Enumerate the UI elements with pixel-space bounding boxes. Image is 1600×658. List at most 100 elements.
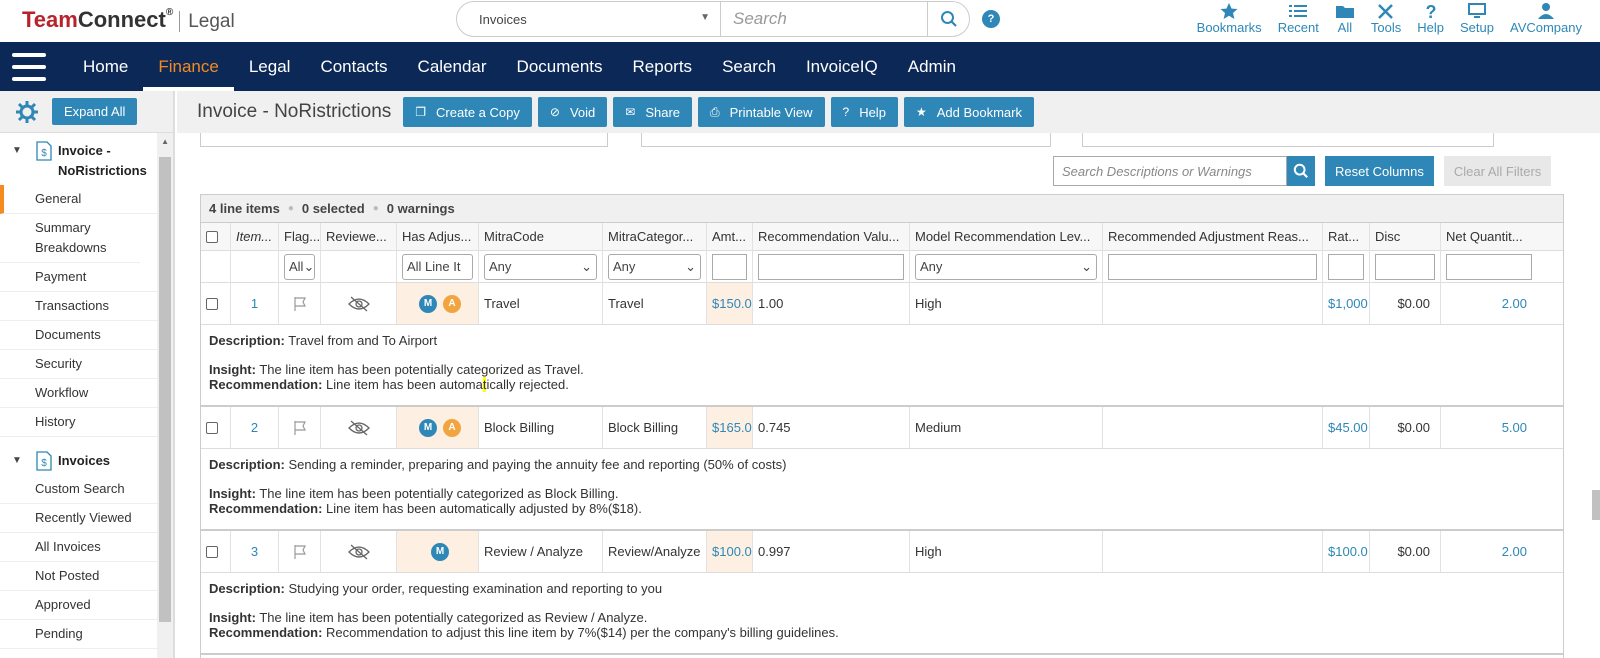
- disc-filter-input[interactable]: [1375, 253, 1435, 280]
- recommendation-value-filter-input[interactable]: [758, 253, 904, 280]
- void-button[interactable]: ⊘ Void: [537, 97, 608, 127]
- tree-group-invoice[interactable]: ▼ $ Invoice - NoRistrictions: [0, 141, 173, 181]
- reset-columns-button[interactable]: Reset Columns: [1325, 156, 1434, 186]
- nav-admin[interactable]: Admin: [893, 42, 971, 91]
- sidebar-item-workflow[interactable]: Workflow: [0, 379, 158, 408]
- flag-filter-select[interactable]: All ⌄: [284, 253, 315, 280]
- header-model-recommendation-level[interactable]: Model Recommendation Lev...: [910, 223, 1103, 250]
- eye-slash-icon[interactable]: [347, 544, 370, 560]
- nav-home[interactable]: Home: [68, 42, 143, 91]
- sidebar-item-payment[interactable]: Payment: [0, 263, 158, 292]
- item-number[interactable]: 2: [231, 407, 279, 448]
- rate-cell[interactable]: $1,000: [1323, 283, 1370, 324]
- header-recommended-adjustment-reason[interactable]: Recommended Adjustment Reas...: [1103, 223, 1323, 250]
- reviewed-cell[interactable]: [321, 407, 397, 448]
- reviewed-cell[interactable]: [321, 531, 397, 572]
- reviewed-cell[interactable]: [321, 283, 397, 324]
- scroll-up-icon[interactable]: ▲: [161, 137, 169, 146]
- sidebar-item-general[interactable]: General: [0, 185, 158, 214]
- table-row[interactable]: 1 MA Travel Travel $150.0 1.00 High $1,0…: [201, 283, 1563, 325]
- table-row[interactable]: 3 M Review / Analyze Review/Analyze $100…: [201, 531, 1563, 573]
- header-item[interactable]: Item...: [231, 223, 279, 250]
- net-quantity-cell[interactable]: 2.00: [1441, 283, 1537, 324]
- select-all-cell[interactable]: [201, 223, 231, 250]
- net-quantity-filter-input[interactable]: [1446, 253, 1532, 280]
- item-number[interactable]: 3: [231, 531, 279, 572]
- rate-cell[interactable]: $45.00: [1323, 407, 1370, 448]
- net-quantity-cell[interactable]: 2.00: [1441, 531, 1537, 572]
- adjustment-filter-select[interactable]: All Line It: [402, 253, 473, 280]
- header-disc[interactable]: Disc: [1370, 223, 1441, 250]
- bookmarks-button[interactable]: Bookmarks: [1197, 0, 1262, 40]
- nav-legal[interactable]: Legal: [234, 42, 306, 91]
- setup-button[interactable]: Setup: [1460, 0, 1494, 40]
- header-amount[interactable]: Amt...: [707, 223, 753, 250]
- sidebar-item-security[interactable]: Security: [0, 350, 158, 379]
- mitra-code-filter-select[interactable]: Any ⌄: [484, 253, 597, 280]
- search-button[interactable]: [927, 2, 969, 36]
- header-flag[interactable]: Flag...: [279, 223, 321, 250]
- sidebar-item-history[interactable]: History: [0, 408, 158, 437]
- app-logo[interactable]: TeamConnect® Legal: [22, 7, 235, 33]
- sidebar-item-recently-viewed[interactable]: Recently Viewed: [0, 504, 158, 533]
- row-checkbox[interactable]: [206, 297, 218, 310]
- header-mitra-code[interactable]: MitraCode: [479, 223, 603, 250]
- model-level-filter-select[interactable]: Any ⌄: [915, 253, 1097, 280]
- sidebar-item-transactions[interactable]: Transactions: [0, 292, 158, 321]
- flag-icon[interactable]: [292, 420, 308, 436]
- expand-all-button[interactable]: Expand All: [52, 98, 138, 125]
- eye-slash-icon[interactable]: [347, 420, 370, 436]
- flag-cell[interactable]: [279, 407, 321, 448]
- recent-button[interactable]: Recent: [1278, 0, 1319, 40]
- printable-view-button[interactable]: ⎙ Printable View: [698, 97, 825, 127]
- flag-icon[interactable]: [292, 544, 308, 560]
- nav-documents[interactable]: Documents: [502, 42, 618, 91]
- table-row[interactable]: 2 MA Block Billing Block Billing $165.0 …: [201, 407, 1563, 449]
- search-type-select[interactable]: Invoices ▼: [457, 2, 721, 36]
- sidebar-item-not-posted[interactable]: Not Posted: [0, 562, 158, 591]
- row-checkbox[interactable]: [206, 545, 218, 558]
- amount-cell[interactable]: $100.0: [707, 531, 753, 572]
- share-button[interactable]: ✉ Share: [613, 97, 693, 127]
- net-quantity-cell[interactable]: 5.00: [1441, 407, 1537, 448]
- flag-cell[interactable]: [279, 531, 321, 572]
- nav-invoiceiq[interactable]: InvoiceIQ: [791, 42, 893, 91]
- search-input[interactable]: Search: [721, 2, 927, 36]
- amount-filter-input[interactable]: [712, 253, 747, 280]
- flag-icon[interactable]: [292, 296, 308, 312]
- header-rate[interactable]: Rat...: [1323, 223, 1370, 250]
- header-has-adjustment[interactable]: Has Adjus...: [397, 223, 479, 250]
- nav-contacts[interactable]: Contacts: [305, 42, 402, 91]
- sidebar-scrollbar-thumb[interactable]: [159, 157, 171, 622]
- sidebar-item-custom-search[interactable]: Custom Search: [0, 475, 158, 504]
- sidebar-item-approved[interactable]: Approved: [0, 591, 158, 620]
- sidebar-item-documents[interactable]: Documents: [0, 321, 158, 350]
- gear-icon[interactable]: [16, 100, 38, 123]
- hamburger-menu-icon[interactable]: [12, 52, 46, 81]
- amount-cell[interactable]: $165.0: [707, 407, 753, 448]
- create-copy-button[interactable]: ❐ Create a Copy: [403, 97, 532, 127]
- sidebar-item-pending[interactable]: Pending: [0, 620, 158, 649]
- clear-all-filters-button[interactable]: Clear All Filters: [1443, 156, 1552, 186]
- flag-cell[interactable]: [279, 283, 321, 324]
- select-all-checkbox[interactable]: [206, 230, 218, 243]
- nav-calendar[interactable]: Calendar: [403, 42, 502, 91]
- description-search-input[interactable]: Search Descriptions or Warnings: [1053, 156, 1287, 186]
- mitra-category-filter-select[interactable]: Any ⌄: [608, 253, 701, 280]
- caret-down-icon[interactable]: ▼: [12, 145, 24, 156]
- sidebar-item-summary-breakdowns[interactable]: Summary Breakdowns: [0, 214, 140, 263]
- nav-search[interactable]: Search: [707, 42, 791, 91]
- search-help-icon[interactable]: ?: [982, 10, 1000, 28]
- caret-down-icon[interactable]: ▼: [12, 455, 24, 466]
- all-button[interactable]: All: [1335, 0, 1355, 40]
- amount-cell[interactable]: $150.0: [707, 283, 753, 324]
- tree-group-invoices[interactable]: ▼ $ Invoices: [0, 451, 173, 471]
- page-scrollbar-thumb[interactable]: [1592, 490, 1600, 520]
- header-net-quantity[interactable]: Net Quantit...: [1441, 223, 1537, 250]
- header-mitra-category[interactable]: MitraCategor...: [603, 223, 707, 250]
- nav-reports[interactable]: Reports: [618, 42, 708, 91]
- add-bookmark-button[interactable]: ★ Add Bookmark: [903, 97, 1034, 127]
- sidebar-item-all-invoices[interactable]: All Invoices: [0, 533, 158, 562]
- adjustment-reason-filter-input[interactable]: [1108, 253, 1317, 280]
- description-search-button[interactable]: [1287, 156, 1315, 186]
